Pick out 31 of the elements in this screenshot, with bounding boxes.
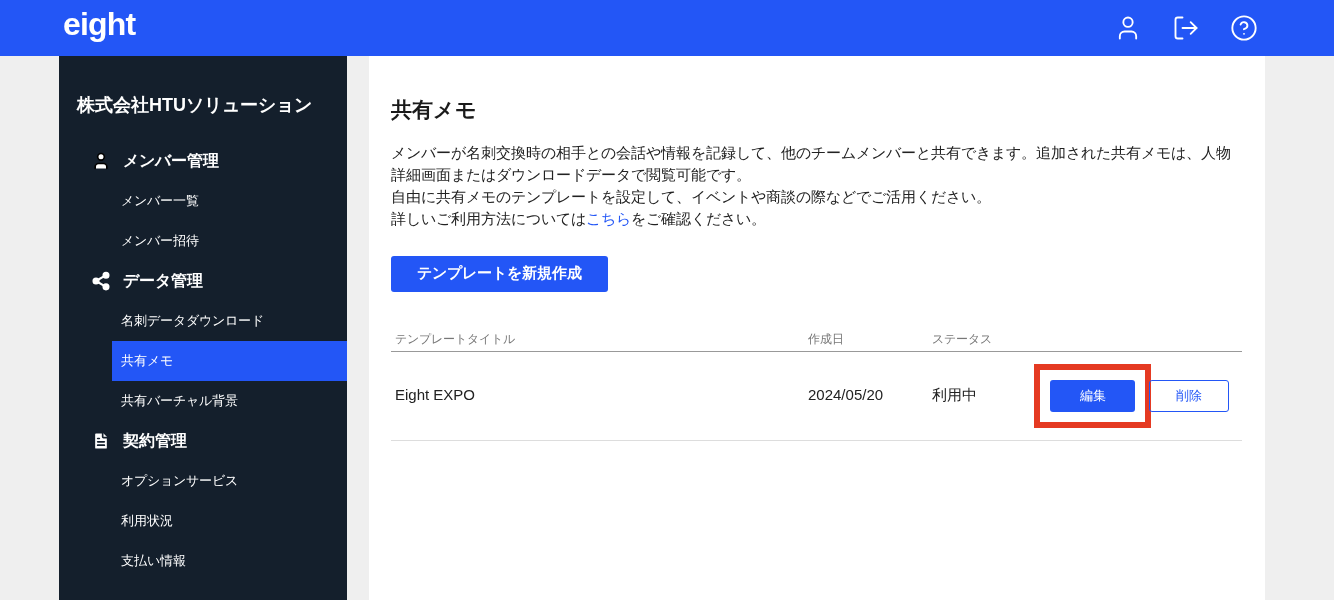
page-title: 共有メモ <box>391 97 478 123</box>
delete-button[interactable]: 削除 <box>1149 379 1229 412</box>
person-icon <box>91 151 111 171</box>
column-header: テンプレートタイトル <box>394 330 516 348</box>
create-template-button[interactable]: テンプレートを新規作成 <box>391 255 608 292</box>
sidebar-item[interactable]: 名刺データダウンロード <box>112 301 347 341</box>
sidebar-item[interactable]: メンバー招待 <box>112 221 347 261</box>
sidebar-item[interactable]: 共有メモ <box>112 341 347 381</box>
section-heading: メンバー管理 <box>123 151 219 171</box>
section-heading: データ管理 <box>123 271 203 291</box>
table-cell-text: Eight EXPO <box>394 385 477 406</box>
section-heading: 契約管理 <box>123 431 187 451</box>
sidebar-item[interactable]: 利用状況 <box>112 501 347 541</box>
column-header: ステータス <box>932 330 992 348</box>
logout-icon[interactable] <box>1172 14 1200 42</box>
table-cell-text: 利用中 <box>932 385 978 406</box>
share-icon <box>91 271 111 291</box>
sidebar-item[interactable]: オプションサービス <box>112 461 347 501</box>
help-icon[interactable] <box>1230 14 1258 42</box>
table-cell-text: 2024/05/20 <box>808 385 885 406</box>
help-link[interactable]: こちら <box>586 210 631 227</box>
sidebar-item[interactable]: メンバー一覧 <box>112 181 347 221</box>
column-header: 作成日 <box>808 330 845 348</box>
description-text: 自由に共有メモのテンプレートを設定して、イベントや商談の際などでご活用ください。 <box>391 187 992 207</box>
company-name: 株式会社HTUソリューション <box>75 94 313 117</box>
description-text: メンバーが名刺交換時の相手との会話や情報を記録して、他のチームメンバーと共有できます。追加された共有メモは、人物詳細画面またはダウンロードデータで閲覧可能です。 <box>391 143 1232 185</box>
help-text: 詳しいご利用方法については こちら をご確認ください。 <box>391 209 767 229</box>
sidebar-item[interactable]: 支払い情報 <box>112 541 347 581</box>
edit-button[interactable]: 編集 <box>1050 379 1135 412</box>
sidebar-item[interactable]: 共有バーチャル背景 <box>112 381 347 421</box>
logo[interactable]: eight <box>63 8 136 40</box>
